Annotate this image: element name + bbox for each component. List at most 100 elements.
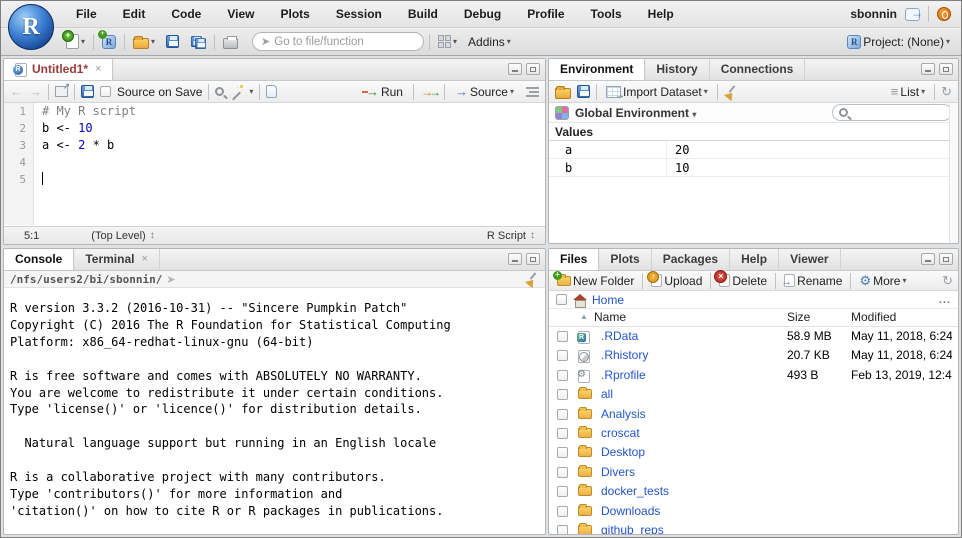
file-name-link[interactable]: croscat (601, 426, 640, 440)
breadcrumb-home-link[interactable]: Home (592, 293, 624, 307)
environment-search[interactable] (832, 104, 952, 121)
file-name-link[interactable]: Desktop (601, 445, 645, 459)
environment-variable-row[interactable]: b10 (549, 159, 958, 177)
environment-scope-selector[interactable]: Global Environment ▾ (575, 106, 696, 120)
maximize-icon[interactable] (526, 253, 540, 265)
quit-session-icon[interactable] (937, 7, 951, 21)
project-selector[interactable]: R Project: (None) ▾ (844, 33, 953, 51)
file-row[interactable]: docker_tests (549, 482, 958, 501)
more-button[interactable]: ⚙More▾ (856, 271, 909, 291)
minimize-icon[interactable] (508, 63, 522, 75)
document-outline-icon[interactable] (526, 87, 539, 97)
load-workspace-icon[interactable] (555, 88, 571, 99)
file-checkbox[interactable] (557, 370, 568, 381)
clear-environment-icon[interactable] (724, 85, 738, 99)
file-row[interactable]: all (549, 385, 958, 404)
code-editor[interactable]: 12345 # My R scriptb <- 10a <- 2 * b (4, 103, 545, 225)
file-checkbox[interactable] (557, 447, 568, 458)
environment-search-input[interactable] (852, 107, 942, 119)
save-icon[interactable] (81, 85, 94, 98)
file-row[interactable]: Downloads (549, 502, 958, 521)
compile-report-icon[interactable] (266, 85, 277, 98)
rename-button[interactable]: Rename (781, 272, 845, 290)
minimize-icon[interactable] (921, 63, 935, 75)
tab-files[interactable]: Files (549, 249, 599, 270)
scope-selector[interactable]: (Top Level)↕ (91, 230, 154, 242)
addins-button[interactable]: Addins▾ (465, 33, 514, 51)
file-checkbox[interactable] (557, 350, 568, 361)
select-all-checkbox[interactable] (556, 294, 567, 305)
column-header-size[interactable]: Size (787, 310, 810, 324)
file-row[interactable]: Analysis (549, 405, 958, 424)
file-row[interactable]: .RData58.9 MBMay 11, 2018, 6:24 P (549, 327, 958, 346)
menu-item-file[interactable]: File (63, 1, 110, 27)
delete-button[interactable]: Delete (716, 272, 770, 290)
menu-item-debug[interactable]: Debug (451, 1, 514, 27)
menu-item-build[interactable]: Build (395, 1, 451, 27)
menu-item-profile[interactable]: Profile (514, 1, 577, 27)
menu-item-tools[interactable]: Tools (578, 1, 635, 27)
menu-item-help[interactable]: Help (635, 1, 687, 27)
file-name-link[interactable]: github_reps (601, 523, 664, 535)
menu-item-edit[interactable]: Edit (110, 1, 159, 27)
upload-button[interactable]: Upload (648, 272, 705, 290)
file-name-link[interactable]: Downloads (601, 504, 660, 518)
import-dataset-button[interactable]: Import Dataset ▾ (603, 83, 711, 101)
open-in-new-window-icon[interactable] (55, 86, 68, 97)
maximize-icon[interactable] (526, 63, 540, 75)
goto-directory-icon[interactable]: ➤ (166, 273, 175, 286)
scrollbar[interactable] (949, 103, 958, 243)
menu-item-view[interactable]: View (214, 1, 267, 27)
file-checkbox[interactable] (557, 506, 568, 517)
menu-item-session[interactable]: Session (323, 1, 395, 27)
file-type-selector[interactable]: R Script↕ (487, 230, 535, 242)
file-name-link[interactable]: docker_tests (601, 484, 669, 498)
environment-variable-row[interactable]: a20 (549, 141, 958, 159)
pane-layout-button[interactable]: ▾ (435, 33, 460, 50)
console-output[interactable]: R version 3.3.2 (2016-10-31) -- "Sincere… (4, 288, 545, 535)
file-row[interactable]: croscat (549, 424, 958, 443)
maximize-icon[interactable] (939, 253, 953, 265)
rerun-button[interactable]: →→ (421, 85, 437, 99)
column-header-modified[interactable]: Modified (851, 310, 896, 324)
find-replace-icon[interactable] (215, 87, 224, 96)
list-view-button[interactable]: ≡List▾ (888, 82, 928, 101)
file-row[interactable]: .Rprofile493 BFeb 13, 2019, 12:47 (549, 366, 958, 385)
run-button[interactable]: →Run (359, 82, 406, 101)
print-button[interactable] (220, 33, 241, 51)
file-checkbox[interactable] (557, 331, 568, 342)
menu-item-plots[interactable]: Plots (267, 1, 322, 27)
save-workspace-icon[interactable] (577, 85, 590, 98)
tab-connections[interactable]: Connections (710, 59, 806, 80)
file-checkbox[interactable] (557, 409, 568, 420)
menu-item-code[interactable]: Code (158, 1, 214, 27)
tab-help[interactable]: Help (730, 249, 779, 270)
new-file-button[interactable]: ▾ (63, 32, 88, 51)
file-row[interactable]: .Rhistory20.7 KBMay 11, 2018, 6:24 P (549, 346, 958, 365)
tab-environment[interactable]: Environment (549, 59, 645, 80)
source-button[interactable]: →Source▾ (452, 82, 517, 101)
tab-untitled1[interactable]: Untitled1* × (4, 59, 113, 80)
file-checkbox[interactable] (557, 525, 568, 535)
file-name-link[interactable]: all (601, 387, 613, 401)
forward-icon[interactable]: → (29, 84, 42, 99)
refresh-icon[interactable]: ↻ (942, 273, 953, 289)
file-name-link[interactable]: .Rhistory (601, 348, 648, 362)
save-button[interactable] (163, 33, 182, 50)
maximize-icon[interactable] (939, 63, 953, 75)
sort-ascending-icon[interactable]: ▲ (580, 312, 588, 321)
file-checkbox[interactable] (557, 428, 568, 439)
close-icon[interactable]: × (141, 249, 147, 270)
new-folder-button[interactable]: New Folder (554, 272, 637, 290)
goto-file-search[interactable]: ➤ (252, 32, 424, 51)
sign-out-icon[interactable] (905, 8, 920, 21)
file-checkbox[interactable] (557, 467, 568, 478)
breadcrumb-more-button[interactable]: ... (939, 294, 951, 306)
file-row[interactable]: Desktop (549, 443, 958, 462)
tab-plots[interactable]: Plots (599, 249, 651, 270)
clear-console-icon[interactable] (525, 272, 539, 286)
tab-viewer[interactable]: Viewer (779, 249, 840, 270)
file-row[interactable]: github_reps (549, 521, 958, 535)
tab-console[interactable]: Console (4, 249, 74, 270)
minimize-icon[interactable] (508, 253, 522, 265)
